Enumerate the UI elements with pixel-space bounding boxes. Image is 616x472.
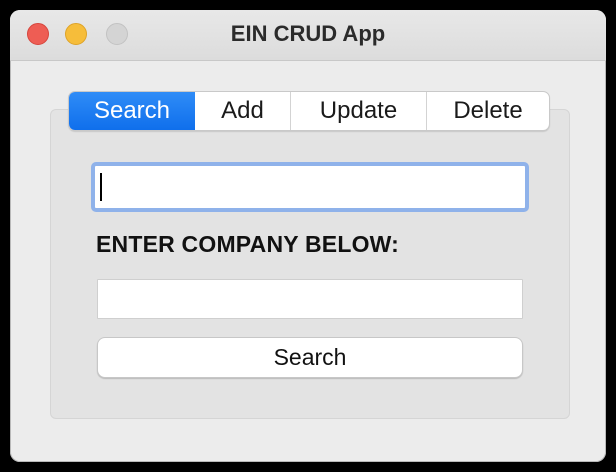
window-title: EIN CRUD App — [230, 21, 386, 46]
tab-add[interactable]: Add — [195, 92, 291, 130]
title-bar[interactable]: EIN CRUD App — [10, 10, 606, 61]
text-cursor — [100, 173, 102, 201]
tab-update[interactable]: Update — [291, 92, 427, 130]
tab-search[interactable]: Search — [69, 92, 195, 130]
tab-delete[interactable]: Delete — [427, 92, 549, 130]
search-button[interactable]: Search — [97, 337, 523, 378]
tab-bar: Search Add Update Delete — [68, 91, 550, 131]
ein-input[interactable] — [91, 162, 529, 212]
app-window: EIN CRUD App Search Add Update Delete EN… — [10, 10, 606, 462]
company-input[interactable] — [97, 279, 523, 319]
company-label: ENTER COMPANY BELOW: — [96, 231, 400, 257]
